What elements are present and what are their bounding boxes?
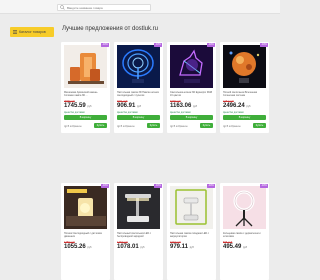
availability: Цена без доставки [117,111,138,114]
discount-badge: -40% [154,184,162,188]
heart-icon [64,125,67,128]
product-name[interactable]: Ночной светильник Вселенная Солнечная си… [223,91,266,97]
buy-button[interactable]: Купить [200,123,213,128]
add-to-cart-button[interactable]: В корзину [170,115,213,120]
product-image-salt-lamp[interactable] [64,45,107,88]
price-value: 979.11 [170,244,189,250]
product-image-ring-light[interactable] [223,186,266,229]
heart-icon [117,125,120,128]
currency: руб [189,246,194,249]
price-value: 2496.24 [223,103,245,109]
add-to-cart-button[interactable]: В корзину [117,115,160,120]
price-value: 1055.26 [64,244,86,250]
price: 1745.59 руб [64,103,91,109]
product-image-desk-lamp-wireless[interactable] [117,186,160,229]
availability: Цена без доставки [64,111,85,114]
catalog-button-label: Каталог товаров [19,30,46,34]
product-name[interactable]: Настольная лампа 3D Павлин ночник светод… [117,91,160,97]
search-icon [60,5,65,10]
product-name[interactable]: Кольцевая лампа с держателем и штативом [223,232,266,238]
price-value: 495.49 [223,244,242,250]
currency: руб [87,105,92,108]
currency: руб [137,105,142,108]
discount-badge: -40% [207,184,215,188]
buy-button[interactable]: Купить [253,123,266,128]
currency: руб [246,105,251,108]
product-card[interactable]: -40% Магниевая Армянский камень Соляная … [61,42,110,133]
favorite-link[interactable]: В избранное [64,125,82,128]
currency: руб [140,246,145,249]
price: 906.91 руб [117,103,141,109]
favorite-label: В избранное [120,125,135,129]
product-card[interactable]: -40% Кольцевая лампа с держателем и штат… [220,183,269,280]
price: 495.49 руб [223,244,247,250]
favorite-link[interactable]: В избранное [223,125,241,128]
product-name[interactable]: Настольный светильник LED с беспроводной… [117,232,160,238]
availability: Цена без доставки [223,111,244,114]
top-bar [0,0,280,14]
product-image-led-night-light[interactable] [64,186,107,229]
favorite-label: В избранное [67,125,82,129]
page: Каталог товаров Лучшие предложения от do… [0,0,280,280]
product-card[interactable]: -40% Ночник Светодиодный с датчиком движ… [61,183,110,280]
price-value: 1078.01 [117,244,139,250]
product-card[interactable]: -40% Настольная лампа 3D Павлин ночник с… [114,42,163,133]
product-name[interactable]: Ночник Светодиодный с датчиком движения [64,232,107,238]
availability: Цена без доставки [170,111,191,114]
search-input[interactable] [66,5,150,10]
add-to-cart-button[interactable]: В корзину [223,115,266,120]
discount-badge: -40% [260,184,268,188]
menu-icon [13,30,17,34]
page-title: Лучшие предложения от dostluk.ru [62,26,158,32]
product-card[interactable]: -40% Светильник-ночник 3D Единорог RGB 1… [167,42,216,133]
discount-badge: -40% [154,43,162,47]
favorite-link[interactable]: В избранное [117,125,135,128]
discount-badge: -40% [101,43,109,47]
product-name[interactable]: Магниевая Армянский камень Соляная лампа… [64,91,107,97]
favorite-label: В избранное [173,125,188,129]
product-card[interactable]: -40% Ночной светильник Вселенная Солнечн… [220,42,269,133]
add-to-cart-button[interactable]: В корзину [64,115,107,120]
discount-badge: -40% [101,184,109,188]
price-value: 906.91 [117,103,136,109]
catalog-button[interactable]: Каталог товаров [10,27,54,37]
product-name[interactable]: Настольная лампа складная LED с аккумуля… [170,232,213,238]
price: 2496.24 руб [223,103,250,109]
product-name[interactable]: Светильник-ночник 3D Единорог RGB 16 цве… [170,91,213,97]
price: 1078.01 руб [117,244,144,250]
heart-icon [223,125,226,128]
search-box[interactable] [57,4,151,11]
product-image-folding-lamp[interactable] [170,186,213,229]
price: 1055.26 руб [64,244,91,250]
currency: руб [87,246,92,249]
product-card[interactable]: -40% Настольная лампа складная LED с акк… [167,183,216,280]
buy-button[interactable]: Купить [147,123,160,128]
favorite-label: В избранное [226,125,241,129]
product-image-peacock-lamp[interactable] [117,45,160,88]
product-card[interactable]: -40% Настольный светильник LED с беспров… [114,183,163,280]
price: 1163.06 руб [170,103,197,109]
price-value: 1163.06 [170,103,192,109]
discount-badge: -40% [260,43,268,47]
product-image-solar-system-lamp[interactable] [223,45,266,88]
favorite-link[interactable]: В избранное [170,125,188,128]
currency: руб [243,246,248,249]
heart-icon [170,125,173,128]
product-image-unicorn-lamp[interactable] [170,45,213,88]
buy-button[interactable]: Купить [94,123,107,128]
discount-badge: -40% [207,43,215,47]
currency: руб [193,105,198,108]
price: 979.11 руб [170,244,194,250]
price-value: 1745.59 [64,103,86,109]
